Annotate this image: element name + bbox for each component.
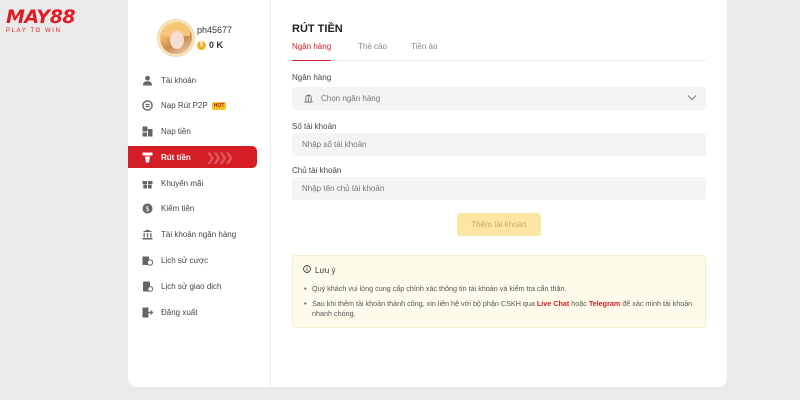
chevron-down-icon [687, 94, 697, 103]
sidebar: ph45677 $ 0 K Tài khoản Nạp Rút P2P HOT … [128, 0, 271, 387]
notice-item: Sau khi thêm tài khoản thành công, xin l… [303, 299, 695, 319]
notice-item: Quý khách vui lòng cung cấp chính xác th… [303, 284, 695, 294]
p2p-icon [142, 100, 153, 112]
account-card: ph45677 $ 0 K Tài khoản Nạp Rút P2P HOT … [128, 0, 727, 387]
sidebar-item-promotions[interactable]: Khuyến mãi [128, 172, 271, 194]
notice-box: Lưu ý Quý khách vui lòng cung cấp chính … [292, 255, 706, 328]
page-title: RÚT TIỀN [292, 23, 343, 35]
avatar[interactable] [158, 20, 194, 56]
live-chat-link[interactable]: Live Chat [537, 299, 569, 308]
gift-icon [142, 178, 153, 189]
sidebar-item-label: Đăng xuất [161, 307, 198, 317]
sidebar-item-deposit[interactable]: Nạp tiền [128, 121, 271, 143]
withdraw-icon [142, 152, 153, 163]
earn-icon: $ [142, 203, 153, 214]
sidebar-item-transaction-history[interactable]: Lịch sử giao dịch [128, 275, 271, 297]
hot-badge: HOT [211, 101, 227, 110]
tab-bar: Ngân hàng Thẻ cào Tiền ảo [292, 42, 706, 61]
bet-history-icon [142, 255, 153, 266]
sidebar-item-label: Nạp tiền [161, 127, 191, 137]
sidebar-item-label: Lịch sử cược [161, 256, 209, 266]
sidebar-item-withdraw[interactable]: Rút tiền ❯❯❯❯ [128, 146, 257, 169]
sidebar-item-label: Tài khoản [161, 75, 197, 85]
tab-crypto[interactable]: Tiền ảo [411, 42, 437, 61]
sidebar-item-label: Nạp Rút P2P [161, 101, 208, 111]
sidebar-menu: Tài khoản Nạp Rút P2P HOT Nạp tiền Rút t… [128, 69, 271, 327]
brand-name: MAY88 [6, 6, 76, 28]
brand-logo[interactable]: MAY88 PLAY TO WIN [6, 6, 76, 35]
sidebar-item-label: Kiếm tiền [161, 204, 195, 214]
notice-text: Sau khi thêm tài khoản thành công, xin l… [312, 299, 537, 308]
tab-bank[interactable]: Ngân hàng [292, 42, 332, 61]
bank-icon [142, 229, 153, 240]
bank-icon [304, 94, 313, 103]
info-icon [303, 265, 311, 275]
notice-title-text: Lưu ý [315, 265, 336, 275]
balance: $ 0 K [197, 40, 223, 50]
notice-list: Quý khách vui lòng cung cấp chính xác th… [303, 284, 695, 319]
logout-icon [142, 307, 153, 318]
balance-value: 0 K [209, 40, 224, 50]
add-account-button[interactable]: Thêm tài khoản [457, 213, 541, 236]
bank-select[interactable]: Chọn ngân hàng [292, 87, 706, 110]
bank-label: Ngân hàng [292, 73, 332, 82]
sidebar-item-p2p[interactable]: Nạp Rút P2P HOT [128, 95, 271, 117]
deposit-icon [142, 126, 153, 137]
sidebar-item-logout[interactable]: Đăng xuất [128, 301, 271, 323]
sidebar-item-bet-history[interactable]: Lịch sử cược [128, 250, 271, 272]
sidebar-item-label: Rút tiền [161, 152, 191, 162]
coin-icon: $ [197, 40, 206, 50]
tab-scratch-card[interactable]: Thẻ cào [358, 42, 387, 61]
brand-tagline: PLAY TO WIN [6, 28, 62, 34]
bank-select-value: Chọn ngân hàng [321, 94, 381, 103]
sidebar-item-bank-account[interactable]: Tài khoản ngân hàng [128, 224, 271, 246]
sidebar-item-earn[interactable]: $ Kiếm tiền [128, 198, 271, 220]
notice-title: Lưu ý [303, 265, 695, 275]
user-icon [142, 75, 153, 86]
account-number-input[interactable]: Nhập số tài khoản [292, 133, 706, 156]
notice-text: hoặc [569, 299, 589, 308]
sidebar-item-label: Tài khoản ngân hàng [161, 230, 237, 240]
transaction-history-icon [142, 281, 153, 292]
svg-text:$: $ [145, 206, 149, 214]
account-number-label: Số tài khoản [292, 122, 337, 131]
account-holder-input[interactable]: Nhập tên chủ tài khoản [292, 177, 706, 200]
sidebar-item-label: Khuyến mãi [161, 178, 204, 188]
telegram-link[interactable]: Telegram [589, 299, 620, 308]
username: ph45677 [197, 25, 233, 35]
chevron-decoration-icon: ❯❯❯❯ [206, 152, 234, 165]
sidebar-item-account[interactable]: Tài khoản [128, 69, 271, 91]
account-holder-label: Chủ tài khoản [292, 166, 342, 175]
sidebar-item-label: Lịch sử giao dịch [161, 281, 222, 291]
